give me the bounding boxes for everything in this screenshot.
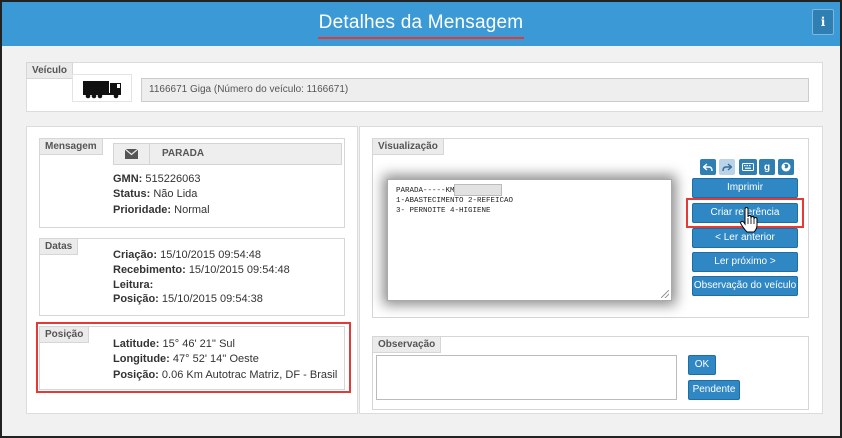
leitura-row: Leitura: [113,279,154,291]
gmn-row: GMN: 515226063 [113,173,201,185]
preview-line-1: PARADA-----KM [396,184,663,196]
ok-button[interactable]: OK [688,355,716,375]
message-preview[interactable]: PARADA-----KM 1-ABASTECIMENTO 2-REFEICAO… [387,179,672,301]
hand-cursor-icon [739,206,759,233]
observacao-textarea[interactable] [376,355,677,400]
pendente-button[interactable]: Pendente [688,380,740,400]
mensagem-legend: Mensagem [39,138,103,155]
globe-icon[interactable] [778,159,794,175]
posicao-row: Posição: 0.06 Km Autotrac Matriz, DF - B… [113,369,338,381]
visualizacao-legend: Visualização [372,138,444,155]
envelope-icon [114,144,150,164]
message-type-box: PARADA [113,143,342,165]
google-icon[interactable]: g [759,159,775,175]
criacao-row: Criação: 15/10/2015 09:54:48 [113,249,262,261]
latitude-row: Latitude: 15° 46' 21'' Sul [113,338,235,350]
app-window: Detalhes da Mensagem i Veículo 1166671 G… [0,0,842,438]
message-type: PARADA [162,148,205,159]
redacted-field [453,184,502,196]
forward-icon[interactable] [719,159,735,175]
keyboard-icon[interactable] [739,159,757,175]
preview-line-3: 3- PERNOITE 4-HIGIENE [396,207,491,215]
recebimento-row: Recebimento: 15/10/2015 09:54:48 [113,264,290,276]
veiculo-legend: Veículo [26,62,74,79]
datas-legend: Datas [39,238,79,255]
imprimir-button[interactable]: Imprimir [692,178,798,198]
observacao-veiculo-button[interactable]: Observação do veículo [692,276,798,296]
ler-proximo-button[interactable]: Ler próximo > [692,252,798,272]
reply-icon[interactable] [700,159,716,175]
status-row: Status: Não Lida [113,188,198,200]
resize-handle[interactable] [661,290,669,298]
prioridade-row: Prioridade: Normal [113,204,210,216]
truck-icon [72,74,132,102]
posicao-data-row: Posição: 15/10/2015 09:54:38 [113,293,263,305]
page-title: Detalhes da Mensagem [2,12,840,39]
header-bar: Detalhes da Mensagem i [2,2,840,46]
info-button[interactable]: i [812,9,834,35]
observacao-legend: Observação [372,336,442,353]
longitude-row: Longitude: 47° 52' 14'' Oeste [113,353,259,365]
preview-line-2: 1-ABASTECIMENTO 2-REFEICAO [396,197,514,205]
vehicle-field[interactable]: 1166671 Giga (Número do veículo: 1166671… [141,78,809,102]
